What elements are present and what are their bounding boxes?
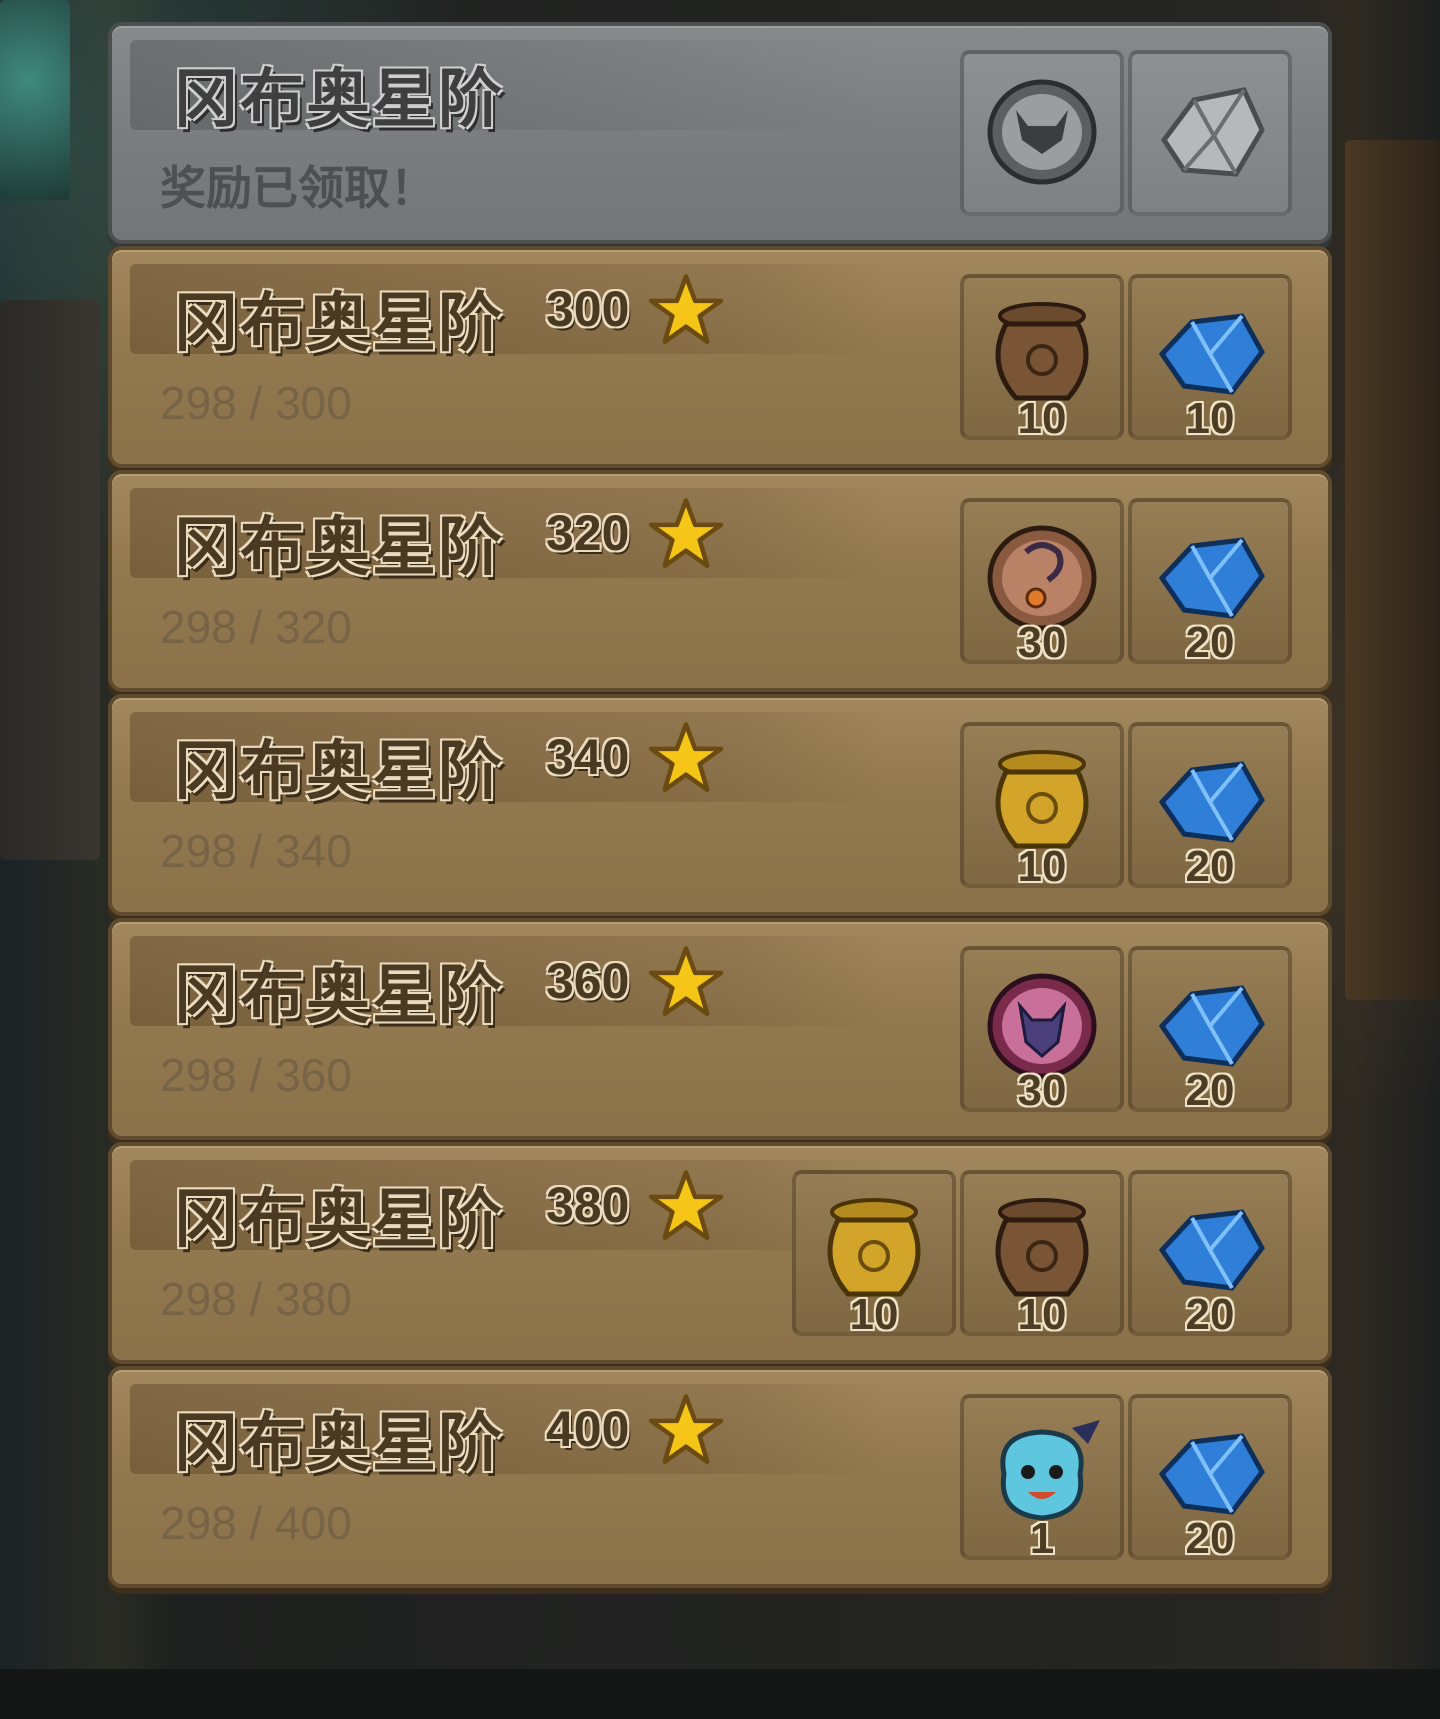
reward-quantity: 1 [1029,1514,1055,1563]
star-progress: 298 / 320 [160,601,352,653]
reward-slot[interactable]: 1 [960,1394,1124,1563]
reward-slot[interactable] [960,50,1124,216]
reward-quantity: 10 [849,1290,899,1339]
row-title: 冈布奥星阶 [174,1183,504,1257]
reward-slot[interactable]: 30 [960,946,1124,1115]
row-title: 冈布奥星阶 [174,63,504,137]
reward-row[interactable]: 冈布奥星阶 380 298 / 380 10 10 20 [108,1142,1332,1364]
reward-quantity: 30 [1017,1066,1067,1115]
reward-slot[interactable]: 20 [1128,1394,1292,1563]
reward-slot[interactable]: 20 [1128,722,1292,891]
background-chest [1345,140,1440,1000]
ore-icon [1160,87,1265,177]
star-rank-reward-list[interactable]: 冈布奥星阶 奖励已领取！ 冈布奥星阶 300 298 / 300 10 10 冈… [108,22,1332,1669]
star-requirement: 380 [546,1177,630,1233]
background-books [0,300,100,860]
reward-slot[interactable]: 10 [960,722,1124,891]
star-requirement: 340 [546,729,630,785]
star-progress: 298 / 380 [160,1273,352,1325]
reward-quantity: 20 [1185,842,1235,891]
star-progress: 298 / 340 [160,825,352,877]
row-title: 冈布奥星阶 [174,287,504,361]
reward-quantity: 10 [1017,394,1067,443]
reward-row-claimed[interactable]: 冈布奥星阶 奖励已领取！ [108,22,1332,244]
star-requirement: 320 [546,505,630,561]
reward-slot[interactable]: 10 [960,274,1124,443]
row-title: 冈布奥星阶 [174,735,504,809]
star-icon [648,722,724,793]
reward-slot[interactable]: 10 [960,1170,1124,1339]
row-title: 冈布奥星阶 [174,959,504,1033]
star-icon [648,274,724,345]
background-potion [0,0,70,200]
reward-slot[interactable] [1128,50,1292,216]
row-title: 冈布奥星阶 [174,1407,504,1481]
star-progress: 298 / 400 [160,1497,352,1549]
reward-row[interactable]: 冈布奥星阶 340 298 / 340 10 20 [108,694,1332,916]
reward-row[interactable]: 冈布奥星阶 360 298 / 360 30 20 [108,918,1332,1140]
star-requirement: 360 [546,953,630,1009]
star-icon [648,1394,724,1465]
reward-quantity: 10 [1185,394,1235,443]
reward-slot[interactable]: 30 [960,498,1124,667]
demon-token-icon [987,79,1097,185]
row-title: 冈布奥星阶 [174,511,504,585]
reward-row[interactable]: 冈布奥星阶 400 298 / 400 1 20 [108,1366,1332,1588]
reward-quantity: 20 [1185,1514,1235,1563]
star-progress: 298 / 360 [160,1049,352,1101]
reward-quantity: 10 [1017,842,1067,891]
reward-slot[interactable]: 20 [1128,946,1292,1115]
star-icon [648,1170,724,1241]
star-requirement: 400 [546,1401,630,1457]
reward-quantity: 20 [1185,1066,1235,1115]
reward-slot[interactable]: 20 [1128,1170,1292,1339]
claimed-status: 奖励已领取！ [160,161,436,215]
bottom-bar [0,1669,1440,1719]
star-icon [648,498,724,569]
reward-slot[interactable]: 10 [792,1170,956,1339]
reward-row[interactable]: 冈布奥星阶 320 298 / 320 30 20 [108,470,1332,692]
star-requirement: 300 [546,281,630,337]
reward-quantity: 20 [1185,1290,1235,1339]
reward-quantity: 20 [1185,618,1235,667]
reward-quantity: 10 [1017,1290,1067,1339]
reward-quantity: 30 [1017,618,1067,667]
reward-slot[interactable]: 20 [1128,498,1292,667]
reward-row[interactable]: 冈布奥星阶 300 298 / 300 10 10 [108,246,1332,468]
star-progress: 298 / 300 [160,377,352,429]
reward-slot[interactable]: 10 [1128,274,1292,443]
star-icon [648,946,724,1017]
